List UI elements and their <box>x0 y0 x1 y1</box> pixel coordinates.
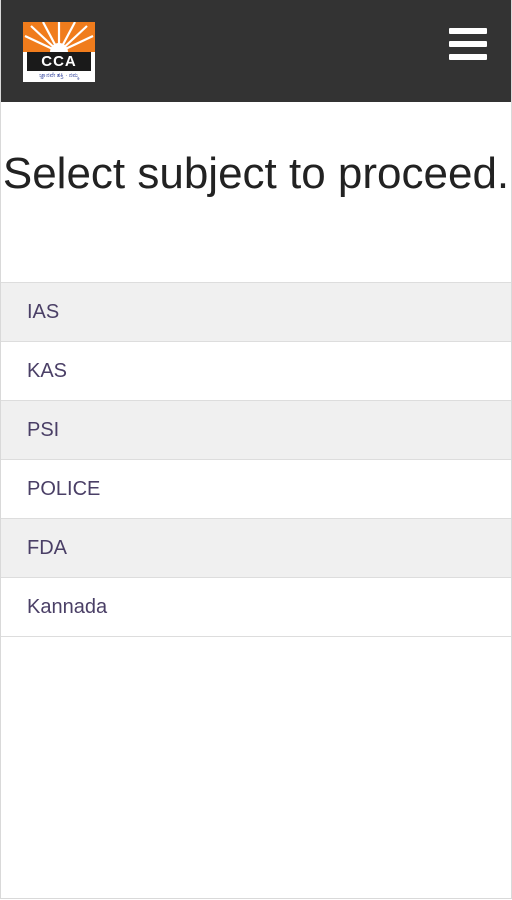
subject-item-psi[interactable]: PSI <box>1 401 511 460</box>
hamburger-menu-icon[interactable] <box>449 28 487 60</box>
sunrise-icon <box>23 22 95 52</box>
menu-bar-middle <box>449 41 487 47</box>
logo-wordmark: CCA <box>27 52 91 71</box>
menu-bar-top <box>449 28 487 34</box>
subject-item-ias[interactable]: IAS <box>1 283 511 342</box>
app-frame: CCA ಜ್ಞಾನವೇ ಶಕ್ತಿ · ನಮ್ಮ Select subject … <box>0 0 512 899</box>
subject-item-police[interactable]: POLICE <box>1 460 511 519</box>
page-title: Select subject to proceed. <box>2 149 510 198</box>
subject-list: IAS KAS PSI POLICE FDA Kannada <box>1 282 511 637</box>
top-navbar: CCA ಜ್ಞಾನವೇ ಶಕ್ತಿ · ನಮ್ಮ <box>1 0 511 102</box>
subject-item-fda[interactable]: FDA <box>1 519 511 578</box>
cca-logo[interactable]: CCA ಜ್ಞಾನವೇ ಶಕ್ತಿ · ನಮ್ಮ <box>23 22 95 82</box>
logo-tagline: ಜ್ಞಾನವೇ ಶಕ್ತಿ · ನಮ್ಮ <box>39 73 79 79</box>
subject-item-kannada[interactable]: Kannada <box>1 578 511 637</box>
main-content: Select subject to proceed. IAS KAS PSI P… <box>1 102 511 637</box>
subject-item-kas[interactable]: KAS <box>1 342 511 401</box>
menu-bar-bottom <box>449 54 487 60</box>
page-title-section: Select subject to proceed. <box>1 102 511 282</box>
